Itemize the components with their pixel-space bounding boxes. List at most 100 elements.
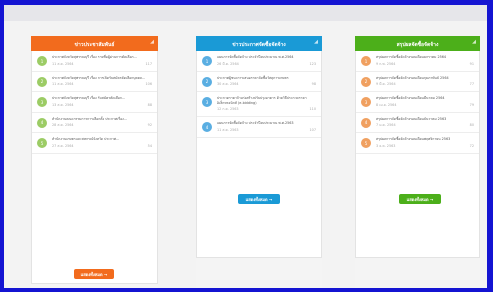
item-number-badge: 1 [37,56,47,66]
item-date: 13 ส.ค. 2564 [52,102,74,107]
item-meta: 11 ส.ค. 2564 117 [52,62,152,67]
page-frame: ข่าวประชาสัมพันธ์ ◢ 1 ประกาศจังหวัดสุพรรณบุ… [4,5,487,288]
list-item[interactable]: 1 แผนการจัดซื้อจัดจ้าง ประจำปีงบประมาณ พ.… [197,51,321,72]
item-view-count: 98 [311,82,316,86]
column-title: สรุปผลจัดซื้อจัดจ้าง [396,42,439,48]
item-number-badge: 5 [37,138,47,148]
item-number-badge: 4 [202,122,212,132]
item-title[interactable]: สรุปผลการจัดซื้อจัดจ้างรอบเดือนพฤศจิกายน… [376,137,474,142]
item-view-count: 107 [309,127,316,132]
list-item[interactable]: 1 ประกาศจังหวัดสุพรรณบุรี เรื่อง รายชื่อผ… [32,51,157,72]
item-view-count: 88 [147,102,152,107]
item-title[interactable]: สรุปผลการจัดซื้อจัดจ้างรอบเดือนธันวาคม 2… [376,117,474,122]
list-item[interactable]: 1 สรุปผลการจัดซื้อจัดจ้างรอบเดือนมกราคม 2… [356,51,479,72]
item-meta: 28 ส.ค. 2564 92 [52,123,152,128]
item-date: 27 ส.ค. 2564 [52,143,74,148]
list-item[interactable]: 3 สรุปผลการจัดซื้อจัดจ้างรอบเดือนมีนาคม 2… [356,92,479,113]
item-view-count: 72 [469,143,474,148]
list-item[interactable]: 5 สำนักงานเกษตรและสหกรณ์จังหวัด ประกาศ...… [32,133,157,154]
item-title[interactable]: สำนักงานเกษตรและสหกรณ์จังหวัด ประกาศ... [52,137,152,142]
item-number-badge: 3 [202,97,212,107]
corner-icon: ◢ [314,39,318,45]
list-item[interactable]: 2 ประกาศผู้ชนะการเสนอราคาจัดซื้อวัสดุการเ… [197,72,321,92]
item-date: 8 เม.ย. 2564 [376,102,397,107]
item-number-badge: 1 [202,56,212,66]
item-title[interactable]: ประกาศจังหวัดสุพรรณบุรี เรื่อง รายชื่อผู… [52,55,152,60]
item-number-badge: 4 [37,117,47,128]
item-date: 30 ส.ค. 2564 [217,82,239,86]
top-strip [4,5,487,21]
show-all-button[interactable]: แสดงทั้งหมด → [238,194,280,204]
item-date: 9 มี.ค. 2564 [376,82,396,86]
item-number-badge: 3 [361,97,371,107]
item-date: 26 มี.ค. 2564 [217,61,239,66]
item-view-count: 117 [145,61,152,66]
item-number-badge: 4 [361,117,371,128]
item-meta: 26 มี.ค. 2564 123 [217,62,316,67]
item-title[interactable]: ประกาศจังหวัดสุพรรณบุรี เรื่อง รับสมัครค… [52,96,152,101]
item-date: 11 ส.ค. 2564 [52,82,74,86]
list-item[interactable]: 2 ประกาศจังหวัดสุพรรณบุรี เรื่อง การเปิดร… [32,72,157,92]
item-view-count: 54 [147,143,152,148]
list-panel: 1 แผนการจัดซื้อจัดจ้าง ประจำปีงบประมาณ พ.… [196,51,322,258]
list-panel: 1 สรุปผลการจัดซื้อจัดจ้างรอบเดือนมกราคม 2… [355,51,480,258]
item-view-count: 77 [469,82,474,86]
procurement-column: ข่าวประกาศจัดซื้อจัดจ้าง ◢ 1 แผนการจัดซื้อจ… [196,36,322,288]
item-number-badge: 2 [361,76,371,87]
list-item[interactable]: 2 สรุปผลการจัดซื้อจัดจ้างรอบเดือนกุมภาพัน… [356,72,479,92]
item-date: 11 ส.ค. 2564 [52,61,74,66]
item-number-badge: 2 [202,76,212,87]
item-title[interactable]: แผนการจัดซื้อจัดจ้าง ประจำปีงบประมาณ พ.ศ… [217,55,316,60]
item-view-count: 106 [145,82,152,86]
item-title[interactable]: ประกาศจังหวัดสุพรรณบุรี เรื่อง การเปิดรั… [52,76,152,81]
corner-icon: ◢ [150,39,154,45]
item-meta: 3 ธ.ค. 2563 72 [376,144,474,149]
item-meta: 13 ส.ค. 2564 88 [52,103,152,108]
item-view-count: 80 [469,123,474,127]
procurement-summary-column: สรุปผลจัดซื้อจัดจ้าง ◢ 1 สรุปผลการจัดซื้อจั… [355,36,480,288]
list-item[interactable]: 4 แผนการจัดซื้อจัดจ้าง ประจำปีงบประมาณ พ.… [197,117,321,138]
item-view-count: 91 [469,61,474,66]
item-meta: 8 เม.ย. 2564 79 [376,103,474,108]
show-all-button[interactable]: แสดงทั้งหมด → [74,269,114,279]
item-meta: 9 มี.ค. 2564 77 [376,82,474,87]
item-number-badge: 1 [361,56,371,66]
item-title[interactable]: แผนการจัดซื้อจัดจ้าง ประจำปีงบประมาณ พ.ศ… [217,121,316,126]
list-item[interactable]: 4 สำนักงานคณะกรรมการการเลือกตั้ง ประกาศเร… [32,113,157,133]
item-number-badge: 3 [37,97,47,107]
item-date: 9 ก.พ. 2564 [376,61,396,66]
item-title[interactable]: สรุปผลการจัดซื้อจัดจ้างรอบเดือนมีนาคม 25… [376,96,474,101]
item-title[interactable]: ประกาศผู้ชนะการเสนอราคาจัดซื้อวัสดุการเก… [217,76,316,81]
list-item[interactable]: 5 สรุปผลการจัดซื้อจัดจ้างรอบเดือนพฤศจิกาย… [356,133,479,154]
item-title[interactable]: สรุปผลการจัดซื้อจัดจ้างรอบเดือนมกราคม 25… [376,55,474,60]
list-item[interactable]: 3 ประกวดราคาจ้างก่อสร้างปรับปรุงอาคาร ด้ว… [197,92,321,117]
item-title[interactable]: ประกวดราคาจ้างก่อสร้างปรับปรุงอาคาร ด้วย… [217,96,316,105]
news-column: ข่าวประชาสัมพันธ์ ◢ 1 ประกาศจังหวัดสุพรรณบุ… [31,36,158,288]
list-panel: 1 ประกาศจังหวัดสุพรรณบุรี เรื่อง รายชื่อผ… [31,51,158,284]
show-all-button[interactable]: แสดงทั้งหมด → [399,194,441,204]
list-item[interactable]: 3 ประกาศจังหวัดสุพรรณบุรี เรื่อง รับสมัคร… [32,92,157,113]
item-view-count: 92 [147,123,152,127]
column-title: ข่าวประกาศจัดซื้อจัดจ้าง [232,42,286,48]
item-view-count: 123 [309,61,316,66]
item-meta: 11 ส.ค. 2563 107 [217,128,316,133]
list-item[interactable]: 4 สรุปผลการจัดซื้อจัดจ้างรอบเดือนธันวาคม … [356,113,479,133]
corner-icon: ◢ [472,39,476,45]
item-view-count: 110 [309,107,316,111]
item-date: 12 ก.ค. 2563 [217,107,239,111]
item-date: 28 ส.ค. 2564 [52,123,74,127]
item-view-count: 79 [469,102,474,107]
item-number-badge: 5 [361,138,371,148]
item-meta: 11 ส.ค. 2564 106 [52,82,152,87]
item-number-badge: 2 [37,76,47,87]
column-title: ข่าวประชาสัมพันธ์ [74,42,115,48]
item-meta: 9 ก.พ. 2564 91 [376,62,474,67]
item-meta: 7 ม.ค. 2564 80 [376,123,474,128]
item-meta: 30 ส.ค. 2564 98 [217,82,316,87]
item-date: 11 ส.ค. 2563 [217,127,239,132]
item-meta: 27 ส.ค. 2564 54 [52,144,152,149]
item-title[interactable]: สรุปผลการจัดซื้อจัดจ้างรอบเดือนกุมภาพันธ… [376,76,474,81]
item-title[interactable]: สำนักงานคณะกรรมการการเลือกตั้ง ประกาศเรื… [52,117,152,122]
item-date: 7 ม.ค. 2564 [376,123,396,127]
item-meta: 12 ก.ค. 2563 110 [217,107,316,112]
